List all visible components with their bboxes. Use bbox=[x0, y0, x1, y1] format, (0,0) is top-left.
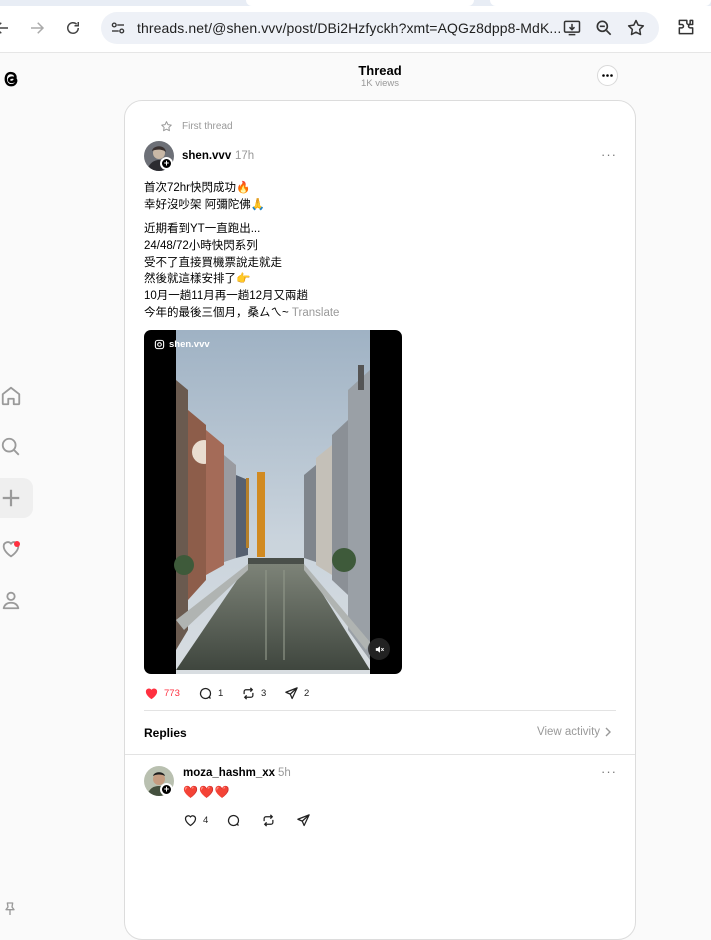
browser-toolbar: threads.net/@shen.vvv/post/DBi2Hzfyckh?x… bbox=[0, 0, 711, 53]
reply-username[interactable]: moza_hashm_xx bbox=[183, 767, 275, 779]
comment-count: 1 bbox=[218, 687, 224, 699]
follow-plus-icon[interactable]: + bbox=[160, 783, 173, 796]
zoom-icon[interactable] bbox=[594, 18, 614, 38]
reply-like-button[interactable]: 4 bbox=[183, 813, 226, 828]
reply-more-icon[interactable]: ··· bbox=[601, 764, 617, 779]
reply-repost-button[interactable] bbox=[261, 813, 296, 828]
comment-icon bbox=[199, 687, 212, 699]
chevron-right-icon bbox=[605, 727, 612, 737]
like-button[interactable]: 773 bbox=[144, 686, 198, 701]
comment-button[interactable]: 1 bbox=[198, 686, 241, 701]
page-title: Thread bbox=[358, 63, 402, 78]
first-thread-label: First thread bbox=[160, 118, 233, 134]
tab-hint[interactable] bbox=[490, 0, 711, 6]
address-bar[interactable]: threads.net/@shen.vvv/post/DBi2Hzfyckh?x… bbox=[101, 12, 659, 44]
divider bbox=[144, 710, 616, 711]
mute-button[interactable] bbox=[368, 638, 390, 660]
share-button[interactable]: 2 bbox=[284, 686, 324, 701]
repost-count: 3 bbox=[261, 687, 267, 699]
url-text[interactable]: threads.net/@shen.vvv/post/DBi2Hzfyckh?x… bbox=[137, 20, 561, 36]
reply-text: ❤️❤️❤️ bbox=[183, 785, 231, 799]
comment-icon bbox=[227, 814, 240, 826]
reply-like-count: 4 bbox=[203, 814, 209, 826]
reply-share-button[interactable] bbox=[296, 813, 331, 828]
reply-comment-button[interactable] bbox=[226, 813, 261, 828]
author-username[interactable]: shen.vvv bbox=[182, 150, 231, 162]
instagram-icon bbox=[154, 339, 165, 350]
post-time[interactable]: 17h bbox=[235, 150, 254, 162]
more-dots-icon bbox=[602, 74, 613, 77]
extensions-icon[interactable] bbox=[676, 17, 696, 37]
like-count: 773 bbox=[164, 687, 180, 699]
home-icon[interactable] bbox=[0, 385, 22, 407]
heart-icon bbox=[184, 814, 197, 826]
repost-button[interactable]: 3 bbox=[241, 686, 284, 701]
video-watermark: shen.vvv bbox=[154, 339, 210, 350]
repost-icon bbox=[243, 686, 254, 700]
divider bbox=[125, 754, 635, 755]
post-more-icon[interactable]: ··· bbox=[601, 147, 617, 162]
context-label: First thread bbox=[182, 120, 233, 132]
speaker-muted-icon bbox=[375, 645, 384, 653]
threads-logo-icon[interactable] bbox=[0, 66, 22, 92]
video-watermark-text: shen.vvv bbox=[169, 339, 210, 350]
tab-strip bbox=[0, 0, 711, 6]
reply-time[interactable]: 5h bbox=[278, 767, 291, 779]
post-actions: 773 1 3 2 bbox=[144, 684, 324, 702]
profile-icon[interactable] bbox=[0, 589, 22, 611]
search-icon[interactable] bbox=[0, 436, 22, 458]
forward-arrow-icon[interactable] bbox=[25, 16, 49, 40]
video-frame-image bbox=[174, 330, 370, 674]
tab-hint[interactable] bbox=[246, 0, 474, 6]
heart-filled-icon bbox=[145, 688, 158, 699]
reply-actions: 4 bbox=[183, 812, 331, 828]
post-video[interactable]: shen.vvv bbox=[144, 330, 402, 674]
reload-icon[interactable] bbox=[61, 16, 85, 40]
post-body: 近期看到YT一直跑出... 24/48/72小時快閃系列 受不了直接買機票說走就… bbox=[144, 223, 309, 319]
view-activity-text[interactable]: View activity bbox=[537, 726, 600, 738]
site-settings-icon[interactable] bbox=[109, 19, 127, 37]
post-text-2: 近期看到YT一直跑出... 24/48/72小時快閃系列 受不了直接買機票說走就… bbox=[144, 221, 339, 322]
share-count: 2 bbox=[304, 687, 310, 699]
back-arrow-icon[interactable] bbox=[0, 16, 14, 40]
view-activity-link[interactable]: View activity bbox=[537, 726, 612, 738]
send-icon bbox=[297, 813, 310, 826]
create-plus-icon[interactable] bbox=[0, 487, 22, 509]
notification-dot bbox=[14, 541, 20, 547]
replies-heading: Replies bbox=[144, 726, 187, 740]
views-count: 1K views bbox=[360, 78, 399, 89]
star-icon bbox=[161, 120, 172, 131]
follow-plus-icon[interactable]: + bbox=[160, 157, 173, 170]
install-app-icon[interactable] bbox=[562, 18, 582, 38]
translate-link[interactable]: Translate bbox=[292, 307, 340, 319]
pin-icon[interactable] bbox=[2, 900, 18, 918]
bookmark-star-icon[interactable] bbox=[626, 18, 646, 38]
header-more-button[interactable] bbox=[597, 65, 618, 86]
send-icon bbox=[285, 686, 298, 699]
repost-icon bbox=[263, 813, 274, 827]
post-text-1: 首次72hr快閃成功🔥 幸好沒吵架 阿彌陀佛🙏 bbox=[144, 182, 266, 211]
